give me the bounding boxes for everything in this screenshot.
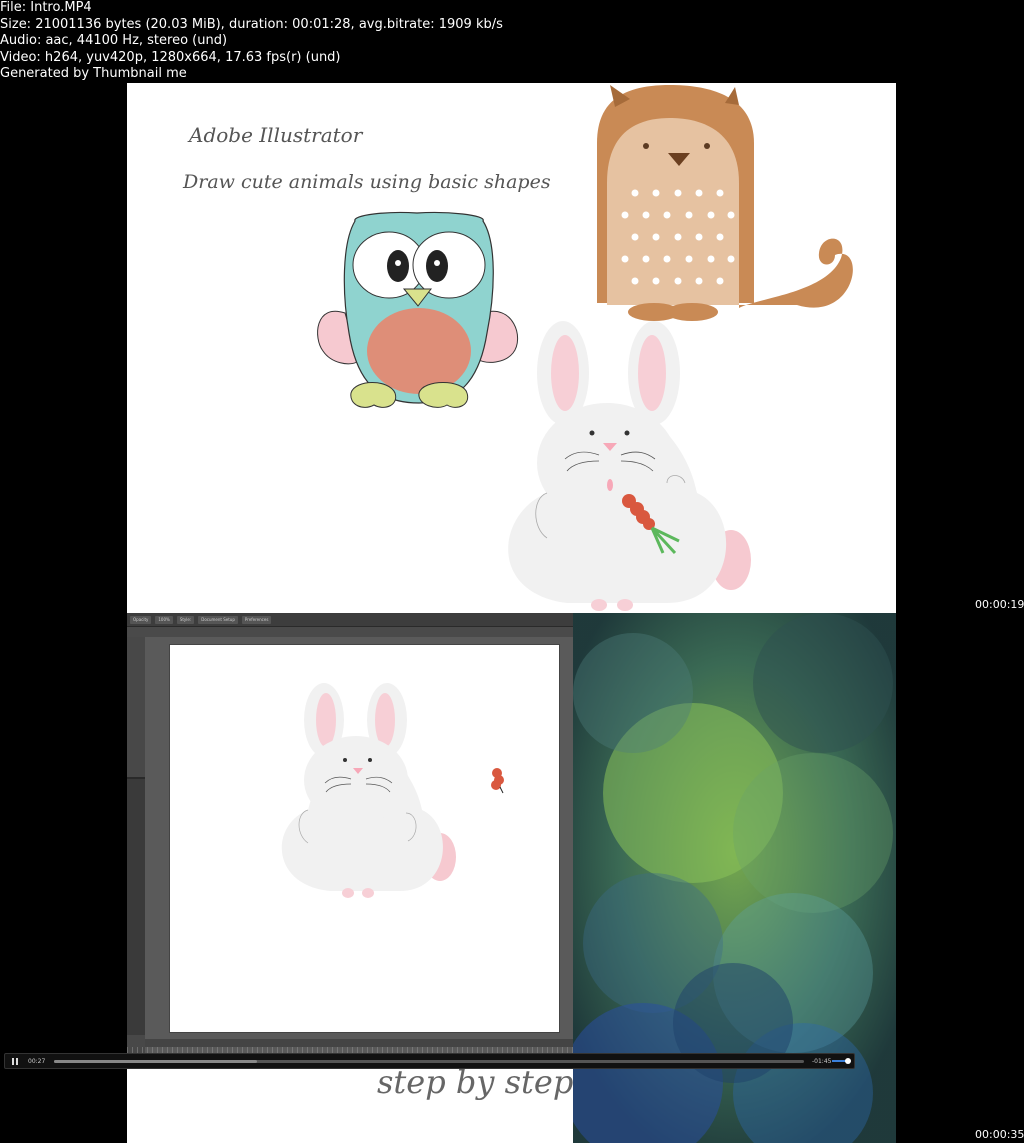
seek-bar[interactable] [54,1059,804,1063]
document-setup-button[interactable]: Document Setup [198,615,238,624]
volume-knob[interactable] [845,1058,851,1064]
artboard-bunny-drawing [281,683,504,898]
audio-info: Audio: aac, 44100 Hz, stereo (und) [0,33,228,48]
bunny-illustration [508,321,751,611]
artboard-carrot-shape [491,768,504,790]
animal-illustrations [317,85,853,611]
opacity-label: Opacity [130,615,152,624]
generator-info: Generated by Thumbnail me [0,66,187,81]
video-player-controls: 00:27 -01:45 [4,1053,855,1069]
file-size: Size: 21001136 bytes (20.03 MiB), durati… [0,16,503,32]
style-label: Style: [176,615,195,624]
opacity-field[interactable]: 100% [155,615,173,624]
preferences-button[interactable]: Preferences [241,615,272,624]
remaining-time: -01:45 [812,1057,832,1065]
video-info: Video: h264, yuv420p, 1280x664, 17.63 fp… [0,49,341,65]
frame-1-timestamp: 00:00:19 [975,598,1024,611]
file-metadata: File: Intro.MP4 Size: 21001136 bytes (20… [0,0,503,83]
seek-progress [54,1059,257,1063]
squirrel-illustration [597,85,853,321]
tools-panel-dock [127,777,145,1035]
volume-slider[interactable] [832,1058,851,1064]
video-contact-sheet: File: Intro.MP4 Size: 21001136 bytes (20… [0,0,1024,1143]
tab-strip [127,627,573,637]
pause-icon[interactable] [8,1055,22,1067]
file-name: File: Intro.MP4 [0,0,92,15]
frame-2-timestamp: 00:00:35 [975,1128,1024,1141]
artboard[interactable] [170,645,559,1032]
owl-illustration [317,211,518,408]
course-subtitle: Draw cute animals using basic shapes [183,171,551,193]
illustrator-window: Opacity 100% Style: Document Setup Prefe… [127,613,573,1053]
course-title: Adobe Illustrator [189,123,363,147]
control-toolbar: Opacity 100% Style: Document Setup Prefe… [127,613,573,627]
horizontal-scrollbar[interactable] [145,1039,573,1047]
thumbnail-frame-1: Adobe Illustrator Draw cute animals usin… [127,83,896,613]
current-time: 00:27 [28,1057,46,1065]
